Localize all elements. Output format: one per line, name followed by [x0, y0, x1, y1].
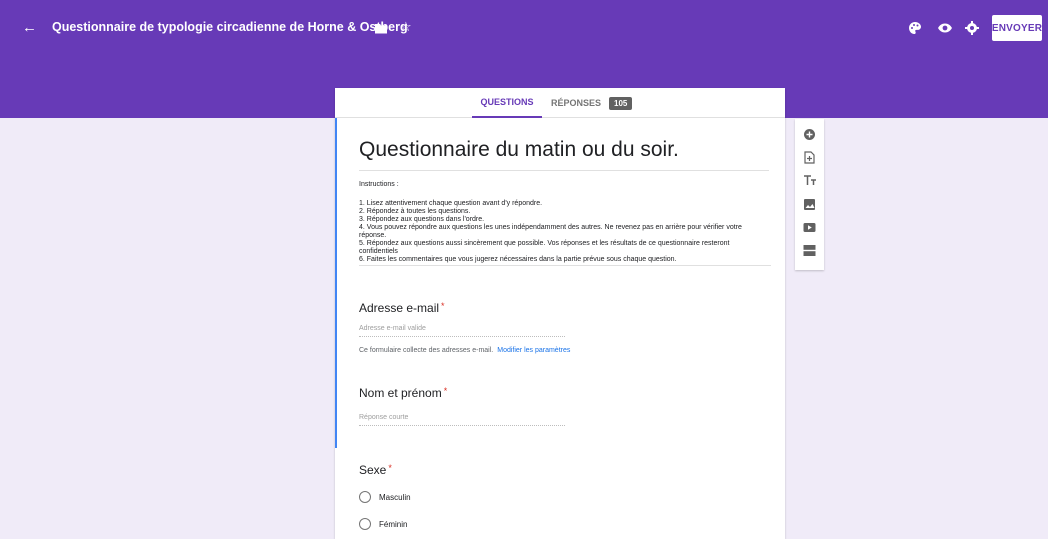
- instruction-line: 1. Lisez attentivement chaque question a…: [359, 200, 543, 207]
- active-item-stripe: [335, 118, 337, 448]
- option-label: Masculin: [379, 492, 411, 502]
- form-title: Questionnaire de typologie circadienne d…: [52, 20, 408, 34]
- instruction-line: 3. Répondez aux questions dans l'ordre.: [359, 216, 485, 223]
- question-title-sex[interactable]: Sexe *: [359, 463, 392, 477]
- question-title-email[interactable]: Adresse e-mail *: [359, 301, 445, 315]
- send-button[interactable]: ENVOYER: [992, 15, 1042, 41]
- form-instructions[interactable]: Instructions : 1. Lisez attentivement ch…: [359, 181, 775, 266]
- name-input-placeholder[interactable]: Réponse courte: [359, 412, 565, 426]
- add-question-icon[interactable]: [802, 127, 817, 142]
- required-marker: *: [443, 386, 448, 396]
- form-main-title[interactable]: Questionnaire du matin ou du soir.: [359, 138, 769, 171]
- responses-count-badge: 105: [609, 96, 633, 110]
- form-title-section[interactable]: Questionnaire du matin ou du soir.: [359, 138, 769, 171]
- email-collection-note: Ce formulaire collecte des adresses e-ma…: [359, 347, 570, 354]
- question-title-name[interactable]: Nom et prénom *: [359, 386, 447, 400]
- radio-circle[interactable]: [359, 518, 371, 530]
- modify-settings-link[interactable]: Modifier les paramètres: [497, 347, 570, 354]
- import-questions-icon[interactable]: [802, 150, 817, 165]
- instruction-line: réponse.: [359, 232, 387, 239]
- top-bar: ← Questionnaire de typologie circadienne…: [0, 10, 1048, 50]
- form-editor-card: QUESTIONS RÉPONSES 105 Questionnaire du …: [335, 88, 785, 539]
- form-tabs: QUESTIONS RÉPONSES 105: [335, 88, 785, 118]
- radio-option-male[interactable]: Masculin: [359, 491, 411, 503]
- add-video-icon[interactable]: [802, 220, 817, 235]
- back-icon[interactable]: ←: [22, 18, 40, 38]
- tab-responses[interactable]: RÉPONSES 105: [551, 88, 641, 118]
- tab-responses-label: RÉPONSES: [551, 98, 602, 108]
- instruction-line: 6. Faites les commentaires que vous juge…: [359, 256, 677, 263]
- required-marker: *: [441, 301, 445, 311]
- floating-question-toolbar: [795, 119, 824, 270]
- instruction-line: 5. Répondez aux questions aussi sincèrem…: [359, 240, 730, 247]
- required-marker: *: [388, 463, 392, 473]
- tab-questions[interactable]: QUESTIONS: [472, 88, 542, 118]
- radio-option-female[interactable]: Féminin: [359, 518, 407, 530]
- star-icon[interactable]: ☆: [400, 18, 416, 36]
- palette-icon[interactable]: [907, 20, 923, 36]
- instruction-line: 4. Vous pouvez répondre aux questions le…: [359, 224, 742, 231]
- add-section-icon[interactable]: [802, 243, 817, 258]
- question-label: Nom et prénom: [359, 386, 442, 400]
- gear-icon[interactable]: [964, 20, 980, 36]
- add-title-icon[interactable]: [802, 173, 817, 188]
- question-label: Adresse e-mail: [359, 301, 440, 315]
- instructions-intro: Instructions :: [359, 181, 399, 188]
- option-label: Féminin: [379, 519, 408, 529]
- radio-circle[interactable]: [359, 491, 371, 503]
- email-input-placeholder[interactable]: Adresse e-mail valide: [359, 323, 565, 337]
- instruction-line: confidentiels: [359, 248, 398, 255]
- email-note-text: Ce formulaire collecte des adresses e-ma…: [359, 347, 494, 354]
- instruction-line: 2. Répondez à toutes les questions.: [359, 208, 471, 215]
- question-label: Sexe: [359, 463, 387, 477]
- folder-icon[interactable]: [374, 19, 388, 37]
- add-image-icon[interactable]: [802, 197, 817, 212]
- instructions-divider: [359, 265, 771, 266]
- eye-icon[interactable]: [937, 20, 953, 36]
